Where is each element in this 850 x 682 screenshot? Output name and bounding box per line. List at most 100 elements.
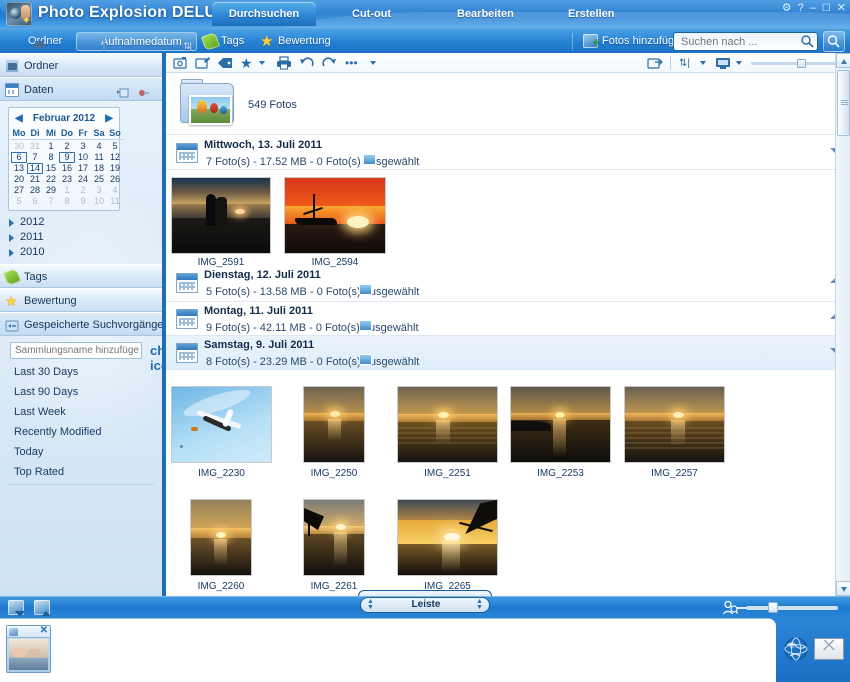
group-header-montag[interactable]: Montag, 11. Juli 2011 9 Foto(s) - 42.11 … xyxy=(166,302,850,336)
calendar-day[interactable]: 14 xyxy=(27,163,43,174)
calendar-day[interactable]: 15 xyxy=(43,163,59,174)
calendar-day[interactable]: 7 xyxy=(27,152,43,163)
thumbnail-item[interactable]: IMG_2250 xyxy=(303,386,365,463)
close-icon[interactable]: ✕ xyxy=(40,625,48,636)
rating-star-icon[interactable]: ★ xyxy=(240,56,256,70)
select-all-icon[interactable] xyxy=(363,154,376,165)
thumbnail-item[interactable]: IMG_2251 xyxy=(397,386,498,463)
search-field[interactable] xyxy=(673,32,818,51)
thumbnail-item[interactable]: IMG_2591 xyxy=(171,177,271,254)
minimize-button[interactable]: – xyxy=(810,3,816,14)
settings-icon[interactable]: ⚙ xyxy=(782,3,792,14)
calendar-day[interactable]: 5 xyxy=(11,196,27,207)
calendar-day[interactable]: 25 xyxy=(91,174,107,185)
help-icon[interactable]: ? xyxy=(798,3,804,14)
select-all-icon[interactable] xyxy=(359,284,372,295)
calendar-day[interactable]: 31 xyxy=(27,141,43,152)
tag-icon[interactable] xyxy=(217,57,233,71)
calendar-day[interactable]: 17 xyxy=(75,163,91,174)
mail-icon[interactable] xyxy=(814,638,844,660)
sidebar-panel-bewertung[interactable]: ★ Bewertung xyxy=(0,288,162,312)
calendar-day[interactable]: 10 xyxy=(91,196,107,207)
saved-search-item-last-week[interactable]: Last Week xyxy=(0,402,162,422)
year-item-2010[interactable]: 2010 xyxy=(6,245,162,260)
export-icon[interactable] xyxy=(647,56,663,70)
group-header-samstag[interactable]: Samstag, 9. Juli 2011 8 Foto(s) - 23.29 … xyxy=(166,336,850,370)
calendar-day[interactable]: 26 xyxy=(107,174,123,185)
search-icon[interactable] xyxy=(801,35,814,48)
calendar-days-grid[interactable]: 3031123456789101112131415161718192021222… xyxy=(11,141,117,207)
calendar-day[interactable]: 6 xyxy=(11,152,27,163)
calendar-day[interactable]: 4 xyxy=(107,185,123,196)
find-people-icon[interactable] xyxy=(722,600,738,615)
edit-photo-icon[interactable] xyxy=(195,56,211,70)
thumbnail-item[interactable]: IMG_2230 xyxy=(171,386,272,463)
saved-search-item-today[interactable]: Today xyxy=(0,442,162,462)
sort-icon[interactable]: ⇅| xyxy=(183,37,191,53)
tab-durchsuchen[interactable]: Durchsuchen xyxy=(212,2,316,26)
search-input[interactable] xyxy=(679,33,794,50)
calendar-day[interactable]: 3 xyxy=(75,141,91,152)
sidebar-panel-gespeicherte-suchvorgaenge[interactable]: Gespeicherte Suchvorgänge xyxy=(0,312,162,336)
calendar-day[interactable]: 1 xyxy=(59,185,75,196)
saved-search-item-last-30-days[interactable]: Last 30 Days xyxy=(0,362,162,382)
scrollbar-thumb[interactable] xyxy=(837,70,850,136)
calendar-day[interactable]: 2 xyxy=(75,185,91,196)
scroll-down-button[interactable] xyxy=(836,581,850,596)
tab-bearbeiten[interactable]: Bearbeiten xyxy=(441,2,530,26)
calendar-day[interactable]: 22 xyxy=(43,174,59,185)
calendar-day[interactable]: 20 xyxy=(11,174,27,185)
saved-search-item-recently-modified[interactable]: Recently Modified xyxy=(0,422,162,442)
calendar-day[interactable]: 10 xyxy=(75,152,91,163)
photo-list-scroll-area[interactable]: Mittwoch, 13. Juli 2011 7 Foto(s) - 17.5… xyxy=(166,136,850,596)
thumbnail-item[interactable]: IMG_2260 xyxy=(190,499,252,576)
select-all-icon[interactable] xyxy=(359,354,372,365)
year-item-2012[interactable]: 2012 xyxy=(6,215,162,230)
sort-dropdown-caret[interactable] xyxy=(700,61,707,66)
tray-item[interactable]: ✕ xyxy=(6,625,51,673)
calendar-day[interactable]: 28 xyxy=(27,185,43,196)
expand-dates-icon[interactable] xyxy=(117,84,129,96)
calendar-day[interactable]: 11 xyxy=(91,152,107,163)
tab-cut-out[interactable]: Cut-out xyxy=(336,2,407,26)
scroll-up-button[interactable] xyxy=(836,53,850,68)
sidebar-panel-ordner[interactable]: Ordner xyxy=(0,53,162,77)
print-icon[interactable] xyxy=(276,56,292,70)
sidebar-panel-daten[interactable]: Daten xyxy=(0,77,162,101)
calendar-day[interactable]: 5 xyxy=(107,141,123,152)
rating-dropdown-caret[interactable] xyxy=(259,61,266,66)
export-icon[interactable] xyxy=(34,600,52,616)
calendar-day[interactable]: 12 xyxy=(107,152,123,163)
menu-item-bewertung[interactable]: ★ Bewertung xyxy=(256,32,337,51)
calendar-day[interactable]: 19 xyxy=(107,163,123,174)
view-dropdown-caret[interactable] xyxy=(736,61,743,66)
spinner-down-icon[interactable]: ▲▼ xyxy=(474,599,485,611)
thumbnail-item[interactable]: IMG_2594 xyxy=(284,177,386,254)
redo-icon[interactable] xyxy=(321,56,337,70)
view-mode-icon[interactable] xyxy=(715,56,731,70)
undo-icon[interactable] xyxy=(299,56,315,70)
calendar-day[interactable]: 27 xyxy=(11,185,27,196)
saved-search-item-top-rated[interactable]: Top Rated xyxy=(0,462,162,482)
menu-item-ordner[interactable]: Ordner xyxy=(6,32,68,51)
select-all-icon[interactable] xyxy=(359,320,372,331)
calendar-day[interactable]: 13 xyxy=(11,163,27,174)
rotate-photo-icon[interactable] xyxy=(173,56,189,70)
calendar-day[interactable]: 30 xyxy=(11,141,27,152)
calendar-day[interactable]: 9 xyxy=(59,152,75,163)
calendar-day[interactable]: 9 xyxy=(75,196,91,207)
chevron-right-icon[interactable]: ▶ xyxy=(105,113,113,124)
photo-tray[interactable]: ✕ xyxy=(0,618,776,682)
more-dropdown-caret[interactable] xyxy=(370,61,377,66)
calendar-day[interactable]: 1 xyxy=(43,141,59,152)
calendar-day[interactable]: 16 xyxy=(59,163,75,174)
maximize-button[interactable]: ☐ xyxy=(822,3,831,14)
advanced-search-button[interactable] xyxy=(823,31,845,52)
thumbnail-item[interactable]: IMG_2257 xyxy=(624,386,725,463)
tray-edit-icon[interactable] xyxy=(9,628,18,636)
chevron-left-icon[interactable]: ◀ xyxy=(15,113,23,124)
clear-dates-icon[interactable] xyxy=(138,84,150,96)
calendar-day[interactable]: 7 xyxy=(43,196,59,207)
tray-zoom-knob[interactable] xyxy=(768,602,778,613)
zoom-slider-knob[interactable] xyxy=(797,59,806,68)
